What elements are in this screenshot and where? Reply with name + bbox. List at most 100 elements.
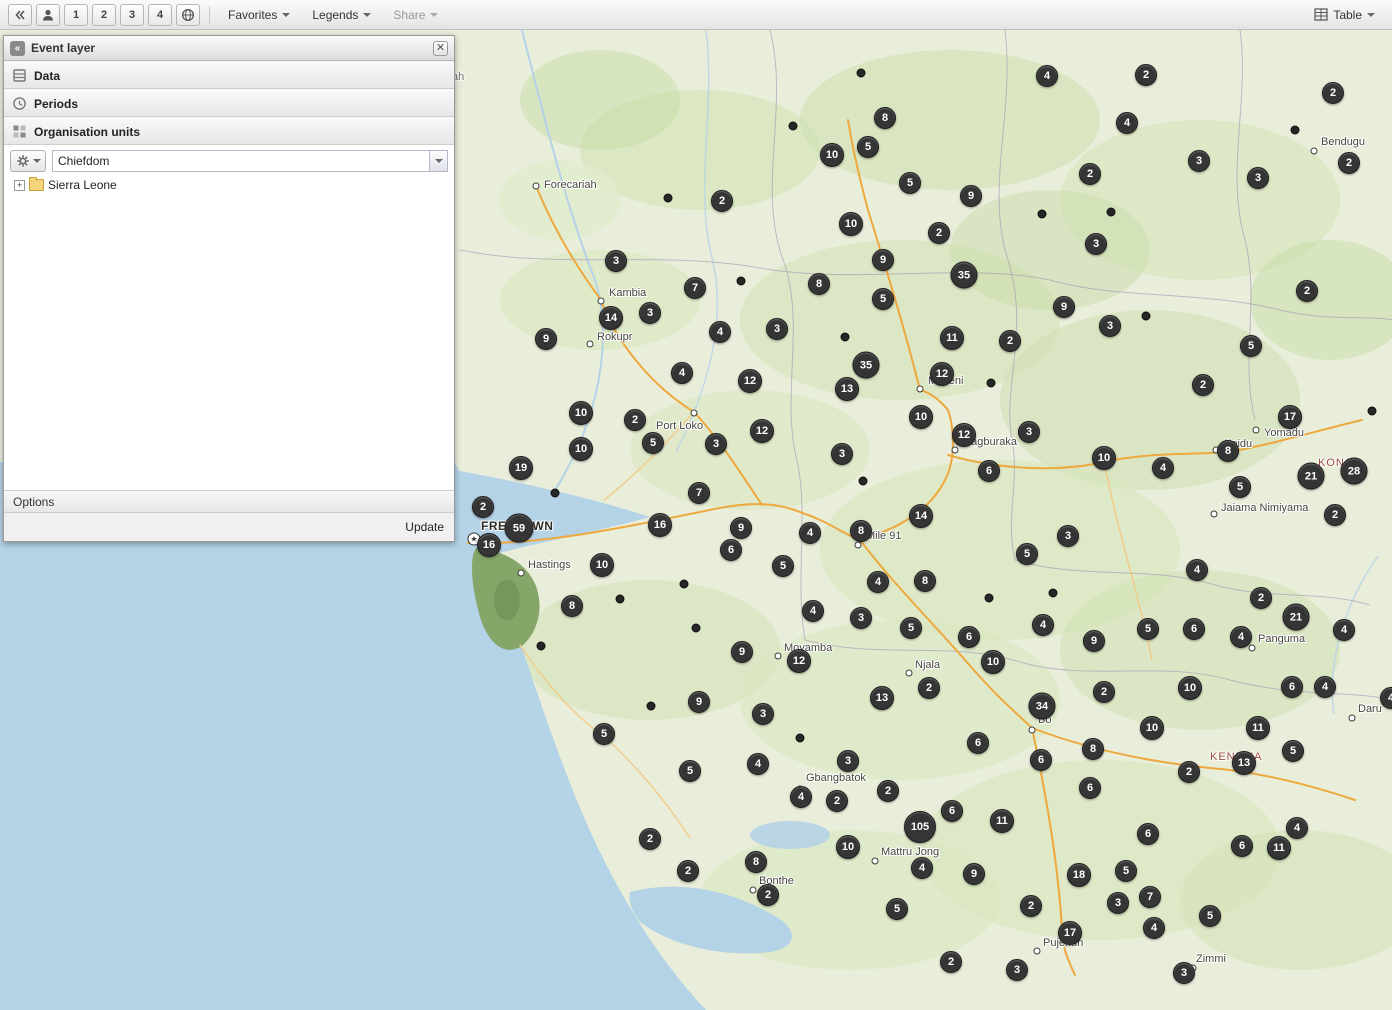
event-cluster[interactable]: 105	[904, 811, 936, 843]
event-cluster[interactable]: 4	[1333, 619, 1355, 641]
event-cluster[interactable]: 6	[978, 460, 1000, 482]
event-cluster[interactable]: 4	[802, 600, 824, 622]
event-cluster[interactable]: 6	[1079, 777, 1101, 799]
event-cluster[interactable]: 11	[1246, 716, 1270, 740]
orgunit-tree-root[interactable]: + Sierra Leone	[4, 176, 454, 194]
legends-menu[interactable]: Legends	[303, 4, 380, 26]
event-cluster[interactable]: 2	[757, 884, 779, 906]
event-cluster[interactable]: 10	[1178, 676, 1202, 700]
view-button-2[interactable]: 2	[92, 4, 116, 26]
event-cluster[interactable]: 4	[867, 571, 889, 593]
event-cluster[interactable]: 4	[1032, 614, 1054, 636]
event-dot[interactable]	[692, 624, 701, 633]
event-cluster[interactable]: 8	[1082, 738, 1104, 760]
event-cluster[interactable]: 7	[1139, 886, 1161, 908]
event-cluster[interactable]: 3	[1247, 167, 1269, 189]
update-button[interactable]: Update	[405, 520, 444, 534]
event-cluster[interactable]: 2	[1093, 681, 1115, 703]
event-cluster[interactable]: 3	[837, 750, 859, 772]
event-cluster[interactable]: 5	[679, 760, 701, 782]
event-cluster[interactable]: 6	[1231, 835, 1253, 857]
event-cluster[interactable]: 5	[1016, 543, 1038, 565]
event-cluster[interactable]: 34	[1029, 693, 1056, 720]
event-cluster[interactable]: 6	[1183, 618, 1205, 640]
event-dot[interactable]	[1107, 208, 1116, 217]
event-cluster[interactable]: 2	[1296, 280, 1318, 302]
event-dot[interactable]	[537, 642, 546, 651]
event-cluster[interactable]: 5	[1282, 740, 1304, 762]
event-cluster[interactable]: 19	[509, 456, 533, 480]
event-cluster[interactable]: 8	[808, 273, 830, 295]
event-cluster[interactable]: 2	[1324, 504, 1346, 526]
event-cluster[interactable]: 3	[1188, 150, 1210, 172]
section-data[interactable]: Data	[4, 62, 454, 89]
section-orgunits[interactable]: Organisation units	[4, 118, 454, 145]
event-cluster[interactable]: 2	[999, 330, 1021, 352]
event-cluster[interactable]: 9	[963, 863, 985, 885]
event-cluster[interactable]: 35	[853, 352, 880, 379]
table-menu[interactable]: Table	[1305, 4, 1384, 26]
event-cluster[interactable]: 28	[1341, 458, 1368, 485]
event-cluster[interactable]: 6	[720, 539, 742, 561]
event-cluster[interactable]: 3	[705, 433, 727, 455]
event-cluster[interactable]: 2	[826, 790, 848, 812]
event-cluster[interactable]: 14	[909, 504, 933, 528]
event-cluster[interactable]: 5	[1199, 905, 1221, 927]
event-cluster[interactable]: 2	[1135, 64, 1157, 86]
event-cluster[interactable]: 3	[639, 302, 661, 324]
event-cluster[interactable]: 4	[1230, 626, 1252, 648]
event-cluster[interactable]: 5	[886, 898, 908, 920]
event-cluster[interactable]: 59	[505, 514, 534, 543]
event-cluster[interactable]: 4	[1116, 112, 1138, 134]
event-dot[interactable]	[664, 194, 673, 203]
event-cluster[interactable]: 3	[1018, 421, 1040, 443]
event-dot[interactable]	[551, 489, 560, 498]
event-cluster[interactable]: 2	[1322, 82, 1344, 104]
event-cluster[interactable]: 21	[1283, 604, 1310, 631]
event-cluster[interactable]: 2	[677, 860, 699, 882]
event-cluster[interactable]: 5	[642, 432, 664, 454]
event-cluster[interactable]: 2	[624, 409, 646, 431]
globe-button[interactable]	[176, 4, 200, 26]
event-cluster[interactable]: 8	[561, 595, 583, 617]
event-dot[interactable]	[796, 734, 805, 743]
view-button-1[interactable]: 1	[64, 4, 88, 26]
event-cluster[interactable]: 2	[1250, 587, 1272, 609]
event-cluster[interactable]: 10	[569, 437, 593, 461]
event-cluster[interactable]: 5	[1240, 335, 1262, 357]
combobox-trigger[interactable]	[429, 151, 447, 171]
event-dot[interactable]	[680, 580, 689, 589]
event-cluster[interactable]: 13	[1232, 751, 1256, 775]
event-cluster[interactable]: 10	[1092, 446, 1116, 470]
event-cluster[interactable]: 9	[872, 249, 894, 271]
event-dot[interactable]	[1049, 589, 1058, 598]
event-cluster[interactable]: 4	[1286, 817, 1308, 839]
event-cluster[interactable]: 6	[958, 626, 980, 648]
event-cluster[interactable]: 2	[918, 677, 940, 699]
event-cluster[interactable]: 6	[1137, 823, 1159, 845]
view-button-4[interactable]: 4	[148, 4, 172, 26]
orgunit-settings-button[interactable]	[10, 150, 46, 172]
event-cluster[interactable]: 4	[709, 321, 731, 343]
event-cluster[interactable]: 11	[940, 326, 964, 350]
event-cluster[interactable]: 5	[900, 617, 922, 639]
event-cluster[interactable]: 10	[569, 401, 593, 425]
event-cluster[interactable]: 35	[951, 262, 978, 289]
event-cluster[interactable]: 3	[850, 607, 872, 629]
event-cluster[interactable]: 6	[941, 800, 963, 822]
event-cluster[interactable]: 9	[731, 641, 753, 663]
favorites-menu[interactable]: Favorites	[219, 4, 299, 26]
event-cluster[interactable]: 5	[1229, 476, 1251, 498]
event-cluster[interactable]: 2	[940, 951, 962, 973]
event-cluster[interactable]: 4	[671, 362, 693, 384]
event-cluster[interactable]: 2	[928, 222, 950, 244]
event-cluster[interactable]: 10	[839, 212, 863, 236]
event-cluster[interactable]: 3	[766, 318, 788, 340]
event-cluster[interactable]: 12	[787, 649, 811, 673]
event-cluster[interactable]: 2	[1178, 761, 1200, 783]
event-cluster[interactable]: 10	[590, 553, 614, 577]
event-cluster[interactable]: 21	[1298, 463, 1325, 490]
event-cluster[interactable]: 9	[688, 691, 710, 713]
event-cluster[interactable]: 9	[1053, 296, 1075, 318]
event-cluster[interactable]: 5	[872, 288, 894, 310]
